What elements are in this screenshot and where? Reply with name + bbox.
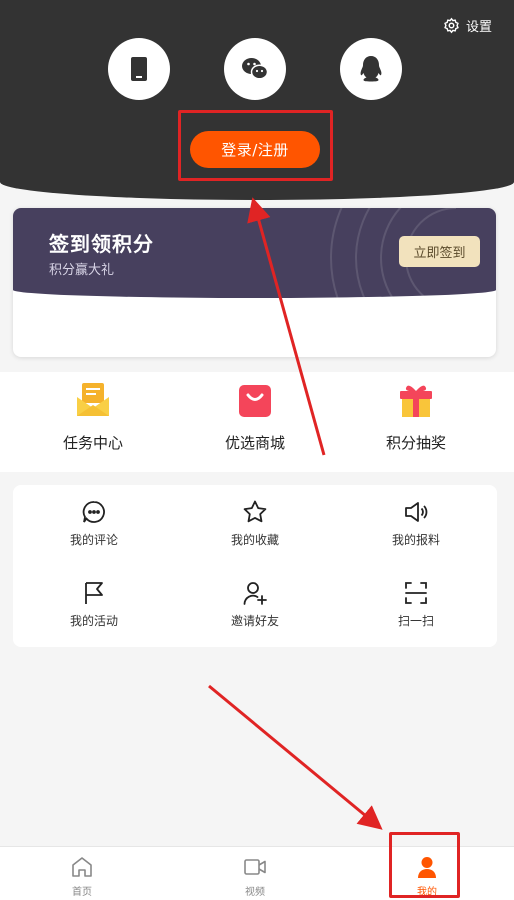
header-background [0,0,514,200]
bottom-tab-bar: 首页 视频 我的 [0,846,514,900]
phone-icon [131,57,147,81]
tab-mine[interactable]: 我的 [377,855,477,898]
task-center-label: 任务中心 [62,434,123,452]
star-icon [243,500,267,523]
qq-icon [360,56,382,82]
scan-icon [405,582,427,604]
my-favorites-item[interactable]: 我的收藏 [175,499,335,559]
task-center-entry[interactable]: 任务中心 [13,380,173,453]
signin-subtitle: 积分赢大礼 [49,263,115,278]
user-icon [418,857,436,878]
scan-item[interactable]: 扫一扫 [336,580,496,640]
gear-icon [444,17,459,33]
arrow-to-mine-tab [208,684,383,830]
add-user-icon [243,582,267,605]
home-icon [72,857,92,877]
third-party-login-row [0,38,514,100]
qq-login-button[interactable] [340,38,402,100]
quick-entry-row: 任务中心 优选商城 积分抽奖 [0,372,514,472]
function-menu-card: 我的评论 我的收藏 我的报料 我的活动 邀请好友 扫一扫 [13,485,497,647]
mall-entry[interactable]: 优选商城 [175,380,335,453]
invite-friends-item[interactable]: 邀请好友 [175,580,335,640]
shopping-bag-icon [239,385,271,417]
gift-box-icon [400,385,432,417]
task-envelope-icon [77,383,109,416]
flag-icon [85,582,103,604]
invite-friends-label: 邀请好友 [230,614,279,628]
signin-now-button[interactable]: 立即签到 [399,236,480,267]
tab-video-label: 视频 [245,887,265,898]
my-activities-label: 我的活动 [69,614,118,628]
video-icon [244,859,266,875]
wechat-login-button[interactable] [224,38,286,100]
settings-button[interactable]: 设置 [443,14,492,36]
my-comments-label: 我的评论 [69,533,118,547]
wechat-icon [242,58,269,80]
settings-label: 设置 [465,19,492,35]
speaker-icon [405,502,428,522]
my-activities-item[interactable]: 我的活动 [14,580,174,640]
lottery-label: 积分抽奖 [385,434,446,452]
my-reports-item[interactable]: 我的报料 [336,499,496,559]
signin-title: 签到领积分 [49,232,154,256]
login-register-button[interactable]: 登录/注册 [190,131,320,168]
signin-card[interactable]: 签到领积分 积分赢大礼 立即签到 [13,208,496,357]
my-favorites-label: 我的收藏 [230,533,279,547]
tab-mine-label: 我的 [417,887,437,898]
my-reports-label: 我的报料 [391,533,440,547]
tab-home[interactable]: 首页 [32,855,132,898]
phone-login-button[interactable] [108,38,170,100]
signin-banner: 签到领积分 积分赢大礼 立即签到 [13,208,496,298]
mall-label: 优选商城 [224,434,285,452]
comment-icon [82,501,105,523]
scan-label: 扫一扫 [397,614,434,628]
tab-home-label: 首页 [72,887,92,898]
tab-video[interactable]: 视频 [205,855,305,898]
lottery-entry[interactable]: 积分抽奖 [336,380,496,453]
my-comments-item[interactable]: 我的评论 [14,499,174,559]
